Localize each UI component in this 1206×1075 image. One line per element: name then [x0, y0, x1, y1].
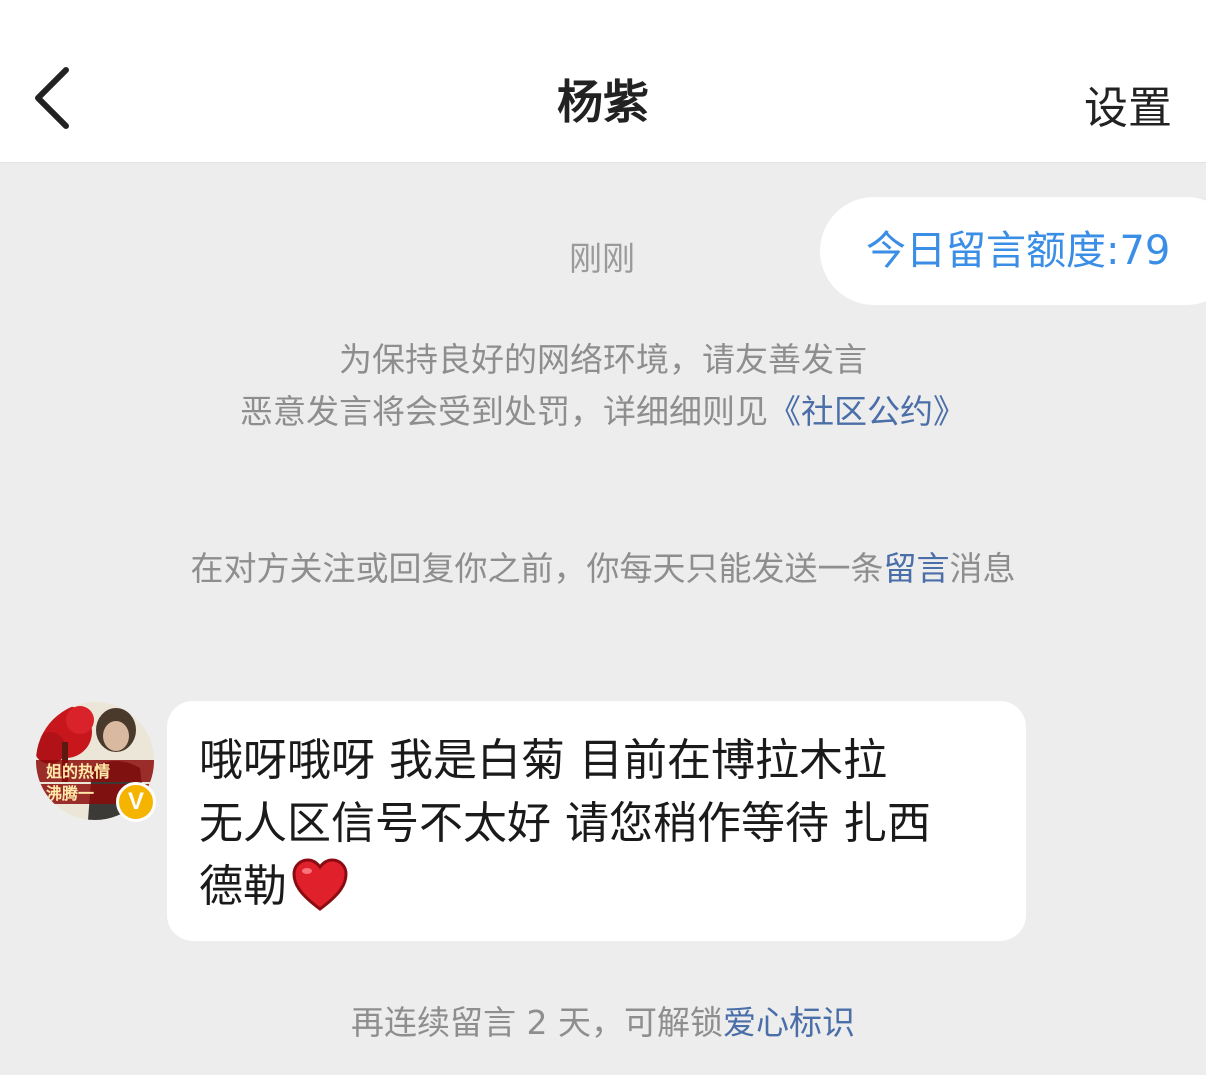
streak-unlock-note: 再连续留言 2 天，可解锁爱心标识 [0, 996, 1206, 1044]
chevron-left-icon [35, 67, 69, 129]
top-nav-bar: 杨紫 设置 [0, 0, 1206, 163]
page-title: 杨紫 [557, 75, 649, 129]
limit-note-suffix: 消息 [949, 549, 1016, 588]
community-rules-link[interactable]: 《社区公约》 [768, 392, 966, 431]
limit-note-text: 在对方关注或回复你之前，你每天只能发送一条 [190, 549, 884, 588]
notice-line-2-text: 恶意发言将会受到处罚，详细细则见 [240, 392, 768, 431]
daily-quota-badge[interactable]: 今日留言额度:79 [820, 197, 1206, 305]
community-notice: 为保持良好的网络环境，请友善发言 恶意发言将会受到处罚，详细细则见《社区公约》 [0, 334, 1206, 438]
message-line-3: 德勒 [199, 855, 994, 918]
back-button[interactable] [22, 58, 92, 138]
message-line-1: 哦呀哦呀 我是白菊 目前在博拉木拉 [199, 735, 887, 786]
heart-badge-link[interactable]: 爱心标识 [723, 1003, 855, 1042]
avatar-caption-2: 沸腾一 [46, 784, 94, 803]
settings-button[interactable]: 设置 [1084, 72, 1172, 136]
message-bubble[interactable]: 哦呀哦呀 我是白菊 目前在博拉木拉 无人区信号不太好 请您稍作等待 扎西 德勒 [167, 701, 1026, 941]
verified-badge-icon: V [116, 782, 156, 822]
leave-message-link[interactable]: 留言 [884, 549, 950, 588]
message-line-2: 无人区信号不太好 请您稍作等待 扎西 [199, 798, 931, 849]
unlock-note-text: 再连续留言 2 天，可解锁 [351, 1003, 723, 1042]
heart-icon [292, 858, 348, 911]
notice-line-1: 为保持良好的网络环境，请友善发言 [339, 340, 867, 379]
message-line-3-text: 德勒 [199, 861, 287, 912]
message-timestamp: 刚刚 [569, 239, 635, 278]
message-limit-note: 在对方关注或回复你之前，你每天只能发送一条留言消息 [0, 542, 1206, 590]
avatar-caption-1: 姐的热情 [46, 762, 110, 781]
notice-line-2: 恶意发言将会受到处罚，详细细则见《社区公约》 [0, 386, 1206, 438]
